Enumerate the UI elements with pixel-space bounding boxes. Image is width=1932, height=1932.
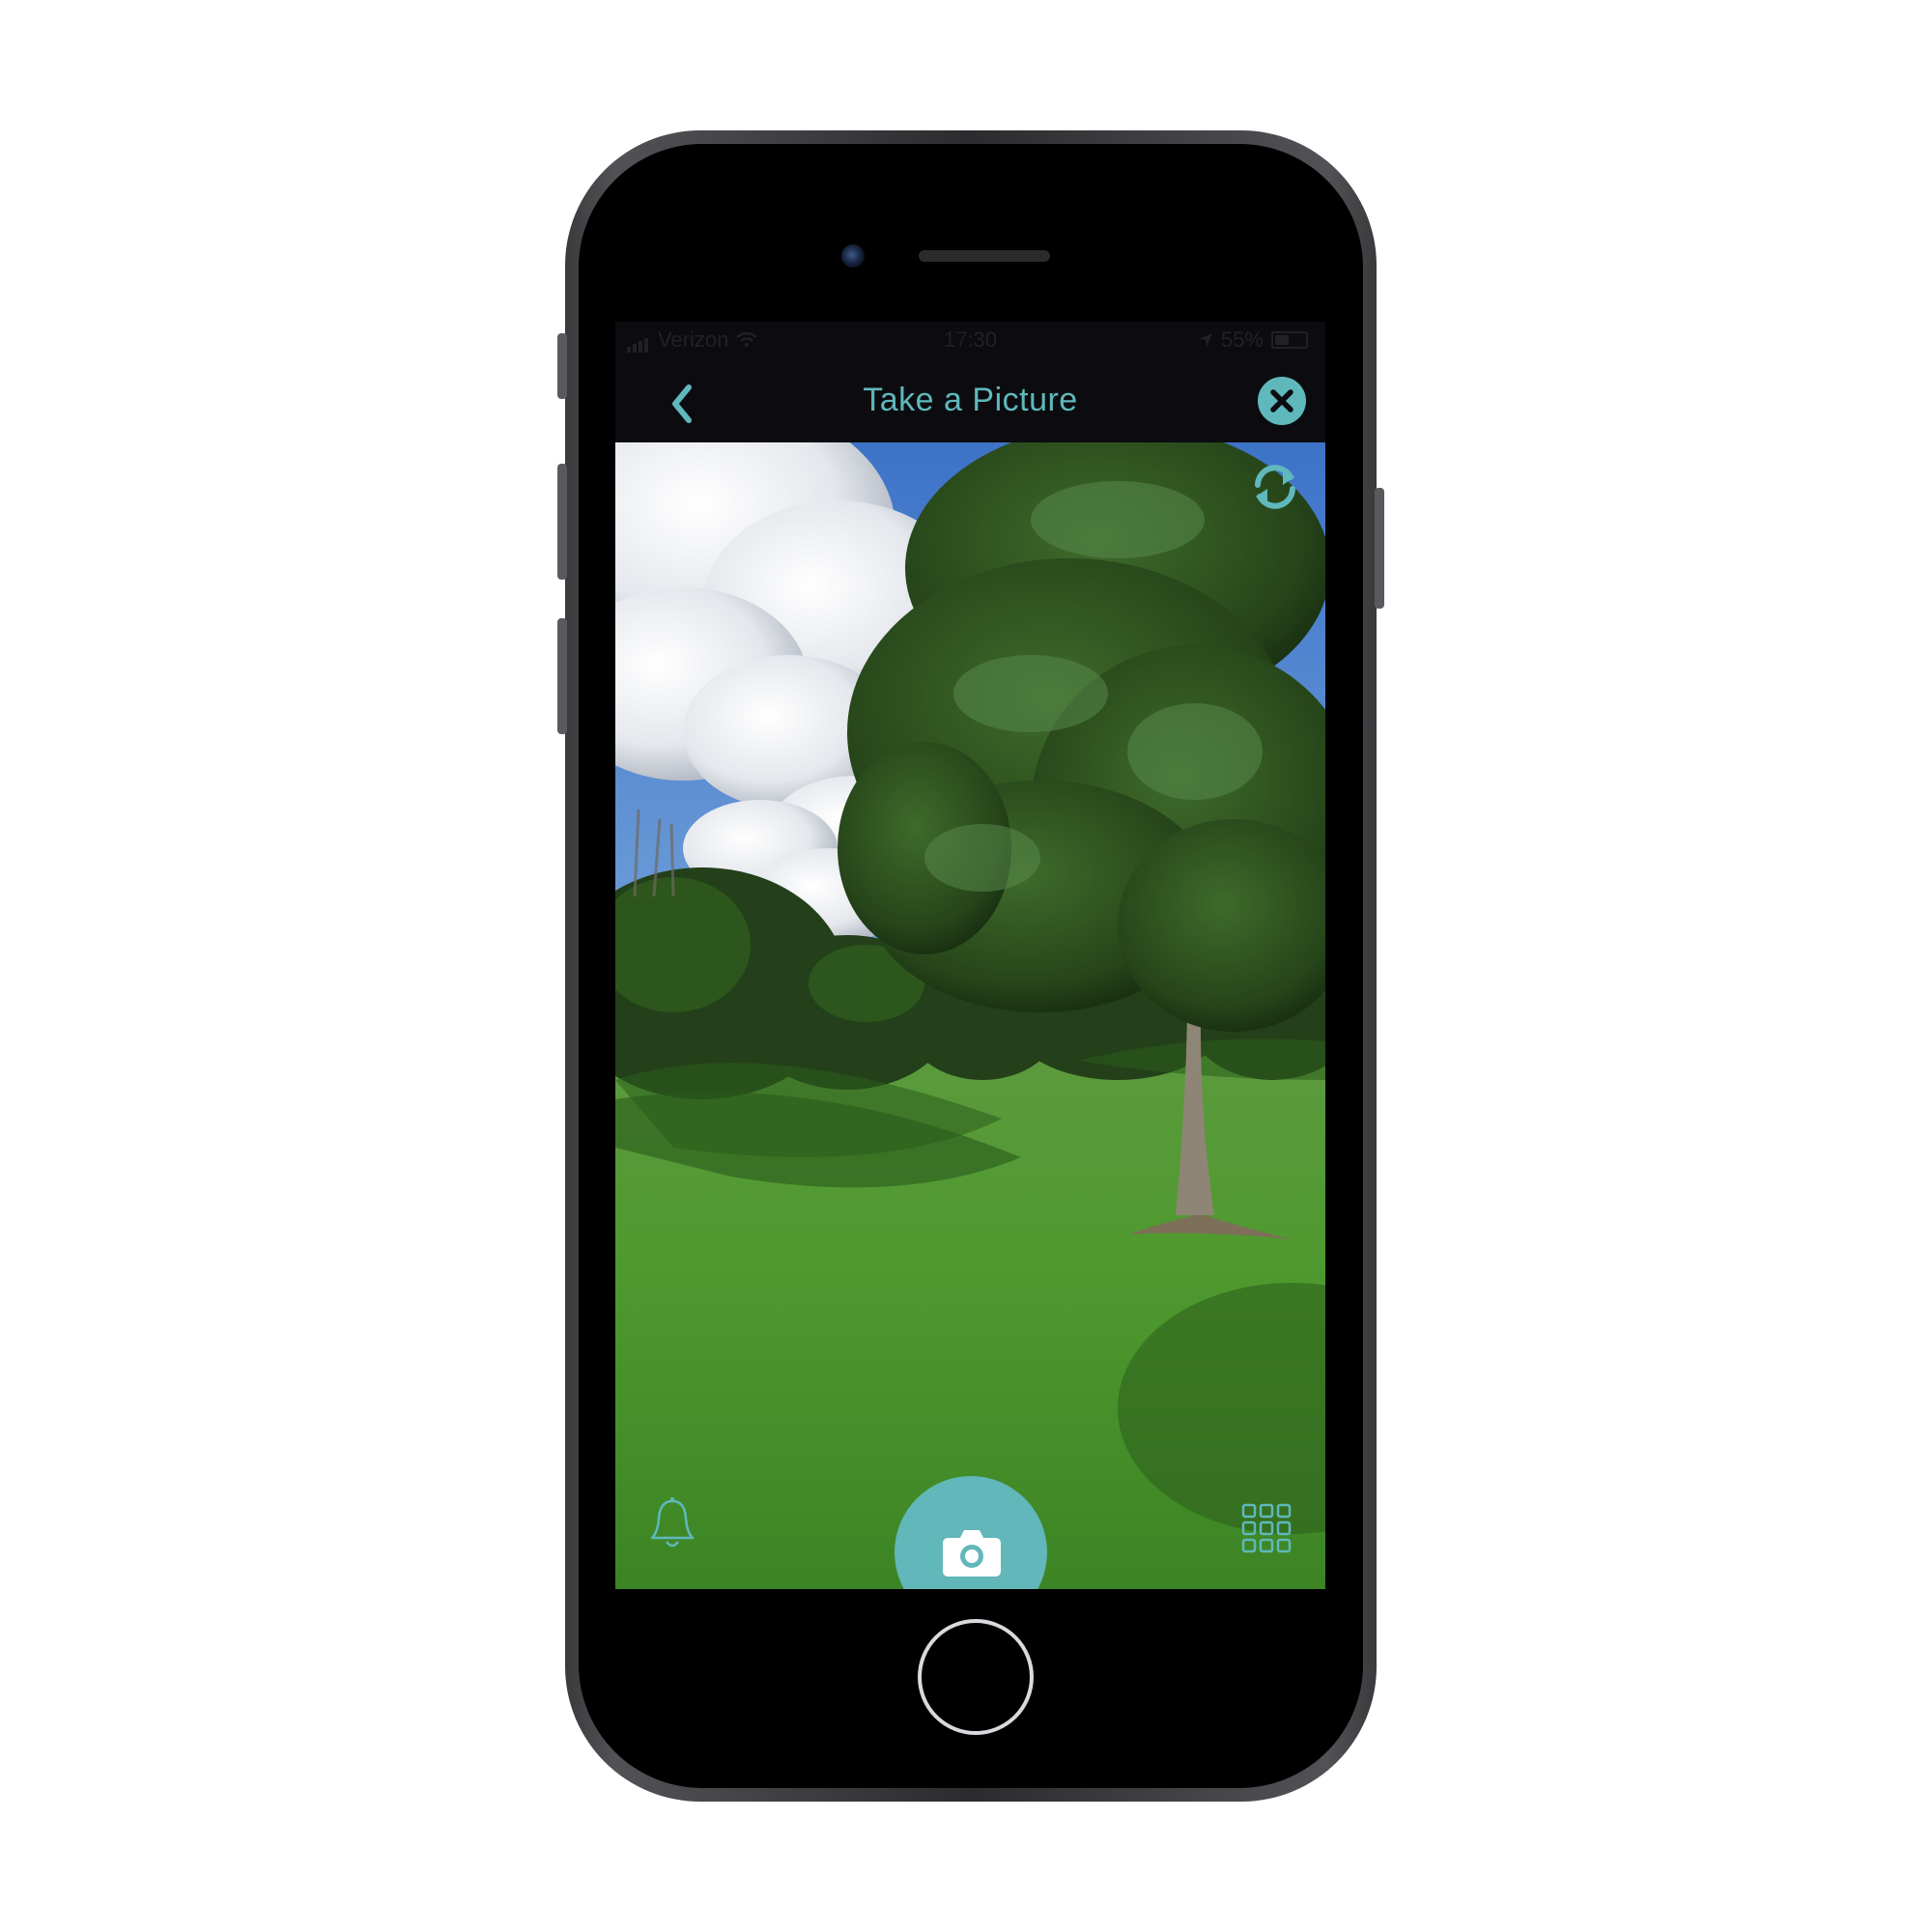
front-camera-lens xyxy=(841,244,865,268)
volume-down-button xyxy=(557,618,567,734)
mute-switch xyxy=(557,333,567,399)
page-title: Take a Picture xyxy=(863,382,1078,418)
bell-icon xyxy=(650,1497,695,1548)
alerts-button[interactable] xyxy=(646,1495,698,1553)
status-bar: Verizon 17:30 55% xyxy=(615,322,1325,360)
power-button xyxy=(1375,488,1384,609)
camera-viewfinder[interactable] xyxy=(615,442,1325,1589)
volume-up-button xyxy=(557,464,567,580)
earpiece-speaker xyxy=(919,250,1050,262)
location-arrow-icon xyxy=(1198,333,1212,347)
close-icon xyxy=(1270,389,1293,412)
close-button[interactable] xyxy=(1258,377,1306,425)
navigation-bar: Take a Picture xyxy=(615,360,1325,442)
home-button[interactable] xyxy=(918,1619,1034,1735)
gallery-button[interactable] xyxy=(1241,1503,1292,1553)
switch-camera-icon xyxy=(1255,465,1295,509)
grid-icon xyxy=(1241,1503,1292,1553)
battery-icon xyxy=(1271,331,1308,349)
switch-camera-button[interactable] xyxy=(1248,460,1302,514)
app-screen: Verizon 17:30 55% Take a Picture xyxy=(615,322,1325,1589)
battery-percent: 55% xyxy=(1220,327,1264,352)
camera-preview-image xyxy=(615,442,1325,1589)
camera-icon xyxy=(943,1530,1001,1577)
